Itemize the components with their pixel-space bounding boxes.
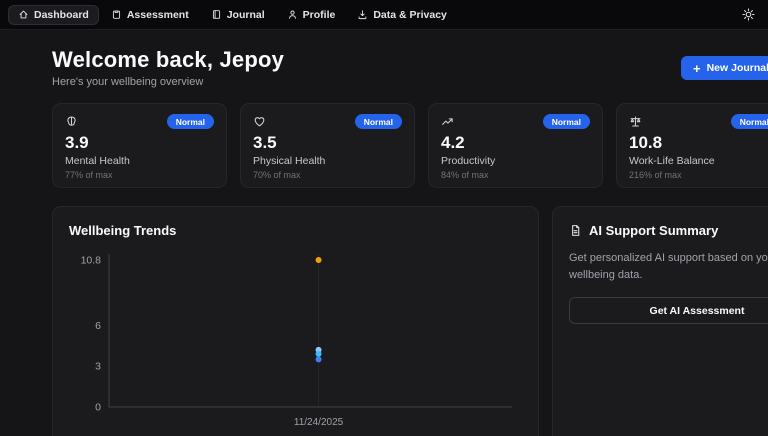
metric-card-mental-health: Normal 3.9 Mental Health 77% of max: [52, 103, 227, 188]
get-ai-assessment-button[interactable]: Get AI Assessment: [569, 297, 768, 324]
nav-item-profile[interactable]: Profile: [277, 5, 346, 25]
metric-label: Mental Health: [65, 155, 130, 167]
new-journal-entry-button[interactable]: + New Journal Entry: [681, 56, 768, 80]
svg-text:3: 3: [95, 361, 101, 373]
clipboard-icon: [111, 9, 122, 20]
nav-label: Dashboard: [34, 8, 89, 21]
nav-item-journal[interactable]: Journal: [201, 5, 275, 25]
metric-value: 3.5: [253, 133, 277, 152]
ai-panel-title: AI Support Summary: [589, 223, 719, 238]
svg-text:0: 0: [95, 402, 101, 414]
brain-icon: [65, 115, 78, 128]
home-icon: [18, 9, 29, 20]
metric-label: Physical Health: [253, 155, 326, 167]
svg-text:11/24/2025: 11/24/2025: [294, 417, 344, 428]
ai-panel-description: Get personalized AI support based on you…: [569, 252, 768, 281]
metric-value: 3.9: [65, 133, 89, 152]
status-badge: Normal: [354, 114, 402, 129]
metric-card-work-life-balance: Normal 10.8 Work-Life Balance 216% of ma…: [616, 103, 768, 188]
document-icon: [569, 224, 582, 237]
sun-icon: [741, 8, 755, 21]
metric-sub: 84% of max: [441, 170, 489, 180]
download-icon: [357, 9, 368, 20]
metric-card-productivity: Normal 4.2 Productivity 84% of max: [428, 103, 603, 188]
trending-up-icon: [441, 115, 454, 128]
page-subtitle: Here's your wellbeing overview: [52, 76, 204, 88]
wellbeing-trends-panel: Wellbeing Trends 0 3 6 10.8 11/24/2025: [52, 206, 539, 436]
metric-card-physical-health: Normal 3.5 Physical Health 70% of max: [240, 103, 415, 188]
status-badge: Normal: [166, 114, 214, 129]
navbar: Dashboard Assessment Journal Profile Dat…: [0, 0, 768, 30]
user-icon: [287, 9, 298, 20]
ai-support-panel: AI Support Summary Get personalized AI s…: [552, 206, 768, 436]
metric-value: 4.2: [441, 133, 465, 152]
status-badge: Normal: [542, 114, 590, 129]
main-content: Welcome back, Jepoy Here's your wellbein…: [0, 30, 768, 436]
nav-label: Data & Privacy: [373, 8, 447, 21]
metric-label: Productivity: [441, 155, 496, 167]
svg-text:10.8: 10.8: [81, 255, 102, 267]
new-journal-entry-label: New Journal Entry: [706, 62, 768, 74]
metric-sub: 216% of max: [629, 170, 682, 180]
svg-text:6: 6: [95, 320, 101, 332]
theme-toggle-button[interactable]: [736, 3, 760, 27]
plus-icon: +: [693, 60, 701, 76]
nav-label: Assessment: [126, 8, 189, 21]
metric-sub: 70% of max: [253, 170, 301, 180]
metric-value: 10.8: [629, 133, 663, 152]
panels-row: Wellbeing Trends 0 3 6 10.8 11/24/2025 AI Su…: [52, 206, 768, 436]
trends-panel-title: Wellbeing Trends: [69, 223, 177, 238]
metrics-row: Normal 3.9 Mental Health 77% of max Norm…: [52, 103, 768, 188]
page-title: Welcome back, Jepoy: [52, 47, 285, 72]
metric-label: Work-Life Balance: [629, 155, 715, 167]
nav-item-assessment[interactable]: Assessment: [101, 5, 199, 25]
status-badge: Normal: [730, 114, 768, 129]
heart-icon: [253, 115, 266, 128]
nav-label: Profile: [302, 8, 336, 21]
wellbeing-chart: 0 3 6 10.8 11/24/2025: [81, 254, 512, 428]
nav-label: Journal: [226, 8, 265, 21]
metric-sub: 77% of max: [65, 170, 113, 180]
nav-item-data-privacy[interactable]: Data & Privacy: [347, 5, 457, 25]
scale-icon: [629, 115, 642, 128]
nav-item-dashboard[interactable]: Dashboard: [8, 4, 99, 25]
book-icon: [211, 9, 222, 20]
